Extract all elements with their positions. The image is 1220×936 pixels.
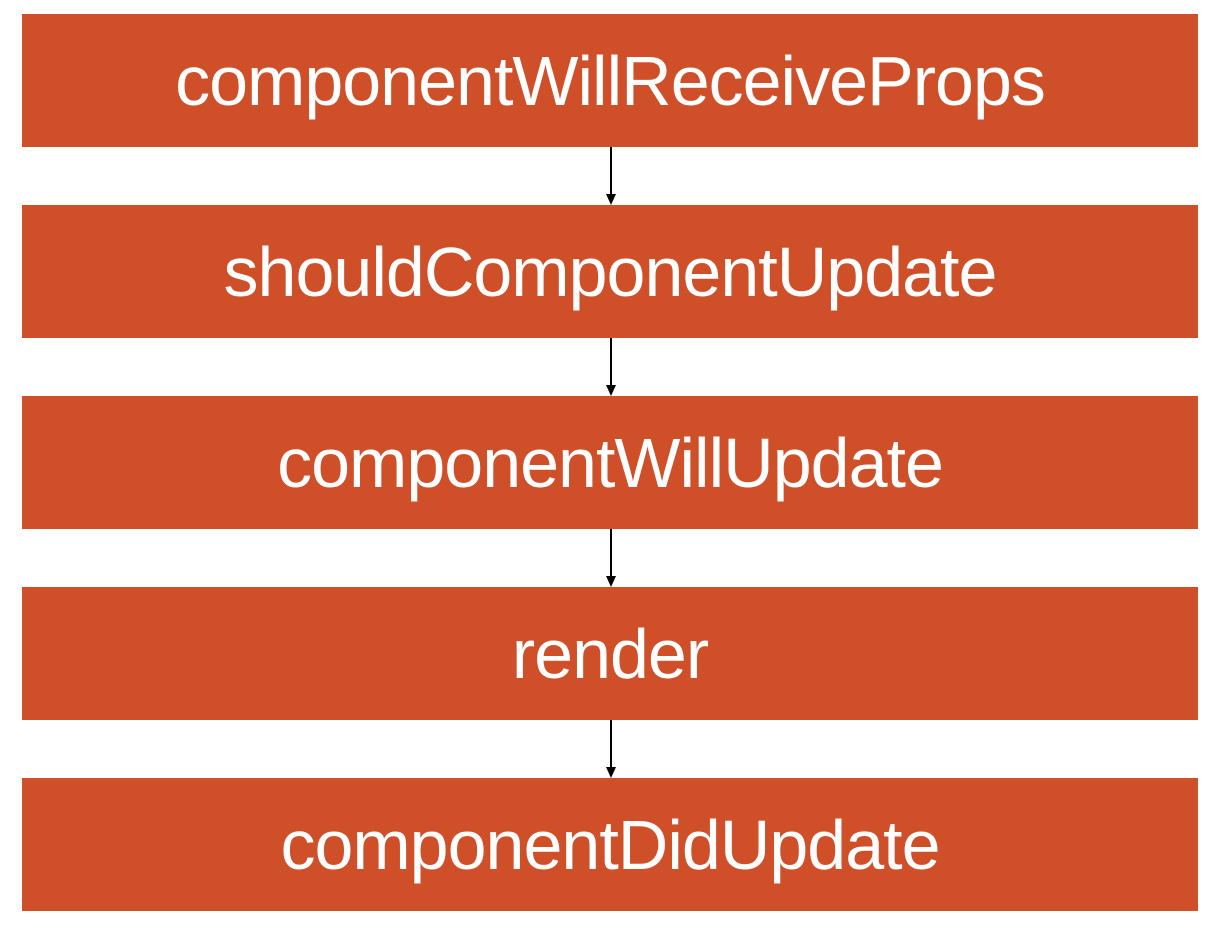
lifecycle-flow-diagram: componentWillReceiveProps shouldComponen… [0,0,1220,936]
arrow-down-icon [605,529,617,587]
stage-box-component-will-receive-props: componentWillReceiveProps [22,14,1198,147]
stage-box-component-will-update: componentWillUpdate [22,396,1198,529]
stage-box-component-did-update: componentDidUpdate [22,778,1198,911]
stage-box-should-component-update: shouldComponentUpdate [22,205,1198,338]
arrow-down-icon [605,338,617,396]
stage-label: render [511,614,709,693]
stage-box-render: render [22,587,1198,720]
arrow-down-icon [605,147,617,205]
arrow-down-icon [605,720,617,778]
stage-label: componentWillUpdate [277,423,944,502]
stage-label: componentDidUpdate [280,805,940,884]
stage-label: shouldComponentUpdate [223,232,998,311]
stage-label: componentWillReceiveProps [175,41,1046,120]
